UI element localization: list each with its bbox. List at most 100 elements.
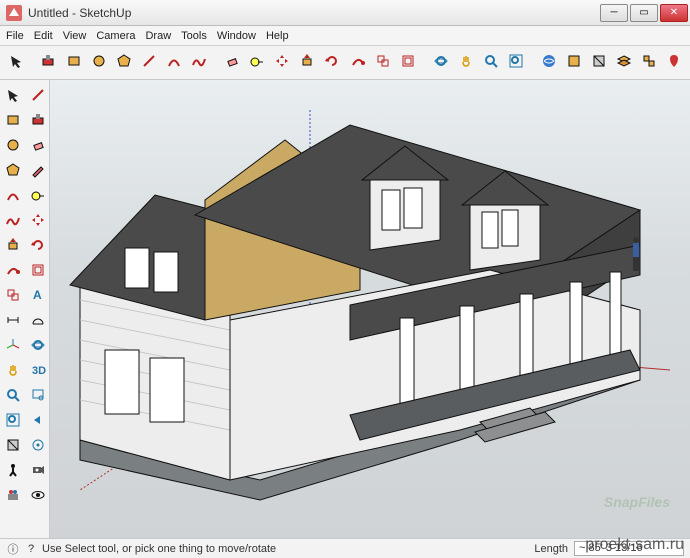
move-tool[interactable] [27, 211, 49, 233]
viewport-3d[interactable]: SnapFiles [50, 80, 690, 538]
paint-icon [40, 53, 56, 72]
arc-tool[interactable] [162, 51, 185, 75]
orbit-icon [433, 53, 449, 72]
add-location-tool[interactable] [663, 51, 686, 75]
menu-draw[interactable]: Draw [145, 30, 171, 42]
axes-tool[interactable] [2, 336, 24, 358]
pencil-tool[interactable] [27, 161, 49, 183]
3dtext-tool[interactable]: 3D [27, 361, 49, 383]
rectangle-tool[interactable] [62, 51, 85, 75]
previous-view-tool[interactable] [27, 411, 49, 433]
eraser-tool[interactable] [220, 51, 243, 75]
arc-tool[interactable] [2, 186, 24, 208]
menu-window[interactable]: Window [217, 30, 256, 42]
scale-tool[interactable] [2, 286, 24, 308]
zoom-extents-icon [5, 412, 21, 431]
rotate-tool[interactable] [27, 236, 49, 258]
axes-icon [5, 337, 21, 356]
select-icon [5, 87, 21, 106]
close-button[interactable]: ✕ [660, 4, 688, 22]
select-tool[interactable] [2, 86, 24, 108]
polygon-tool[interactable] [2, 161, 24, 183]
orbit-icon [30, 337, 46, 356]
maximize-button[interactable]: ▭ [630, 4, 658, 22]
freehand-tool[interactable] [2, 211, 24, 233]
circle-tool[interactable] [87, 51, 110, 75]
people-tool[interactable] [2, 486, 24, 508]
dimension-tool[interactable] [2, 311, 24, 333]
freehand-icon [191, 53, 207, 72]
text-tool[interactable]: A [27, 286, 49, 308]
pushpull-tool[interactable] [296, 51, 319, 75]
rotate-tool[interactable] [321, 51, 344, 75]
3dwarehouse-tool[interactable] [537, 51, 560, 75]
color-picker-tool[interactable] [562, 51, 585, 75]
freehand-tool[interactable] [188, 51, 211, 75]
eye-tool[interactable] [27, 486, 49, 508]
line-tool[interactable] [27, 86, 49, 108]
eraser-tool[interactable] [27, 136, 49, 158]
svg-text:A: A [33, 288, 42, 302]
offset-tool[interactable] [396, 51, 419, 75]
layers-icon [616, 53, 632, 72]
orbit-tool[interactable] [27, 336, 49, 358]
dimension-icon [5, 312, 21, 331]
pan-tool[interactable] [2, 361, 24, 383]
help-icon[interactable]: ? [24, 542, 38, 556]
tape-tool[interactable] [27, 186, 49, 208]
people-icon [5, 487, 21, 506]
zoom-tool[interactable] [479, 51, 502, 75]
scale-tool[interactable] [371, 51, 394, 75]
arc-icon [5, 187, 21, 206]
look-around-tool[interactable] [27, 436, 49, 458]
menu-camera[interactable]: Camera [96, 30, 135, 42]
zoom-extents-tool[interactable] [504, 51, 527, 75]
components-tool[interactable] [638, 51, 661, 75]
polygon-tool[interactable] [112, 51, 135, 75]
move-icon [274, 53, 290, 72]
tape-tool[interactable] [246, 51, 269, 75]
zoom-icon [5, 387, 21, 406]
app-icon [6, 5, 22, 21]
pan-tool[interactable] [454, 51, 477, 75]
components-icon [641, 53, 657, 72]
section-tool[interactable] [587, 51, 610, 75]
select-tool[interactable] [4, 51, 27, 75]
walk-tool[interactable] [2, 461, 24, 483]
zoom-extents-tool[interactable] [2, 411, 24, 433]
info-icon: ⓘ [6, 542, 20, 556]
length-value[interactable]: ~ 85' 3 13/16 [574, 541, 684, 556]
followme-tool[interactable] [2, 261, 24, 283]
menu-file[interactable]: File [6, 30, 24, 42]
menu-bar: File Edit View Camera Draw Tools Window … [0, 26, 690, 46]
polygon-icon [5, 162, 21, 181]
menu-help[interactable]: Help [266, 30, 289, 42]
zoom-window-tool[interactable] [27, 386, 49, 408]
offset-tool[interactable] [27, 261, 49, 283]
line-tool[interactable] [137, 51, 160, 75]
paint-tool[interactable] [27, 111, 49, 133]
orbit-tool[interactable] [429, 51, 452, 75]
text-icon: A [30, 287, 46, 306]
select-icon [8, 53, 24, 72]
minimize-button[interactable]: ─ [600, 4, 628, 22]
tape-icon [249, 53, 265, 72]
circle-tool[interactable] [2, 136, 24, 158]
status-hint: Use Select tool, or pick one thing to mo… [42, 543, 276, 555]
layers-tool[interactable] [613, 51, 636, 75]
menu-view[interactable]: View [63, 30, 87, 42]
pushpull-tool[interactable] [2, 236, 24, 258]
move-tool[interactable] [271, 51, 294, 75]
followme-tool[interactable] [346, 51, 369, 75]
zoom-tool[interactable] [2, 386, 24, 408]
line-icon [30, 87, 46, 106]
rectangle-tool[interactable] [2, 111, 24, 133]
window-title: Untitled - SketchUp [28, 6, 600, 20]
rectangle-icon [5, 112, 21, 131]
menu-tools[interactable]: Tools [181, 30, 207, 42]
paint-tool[interactable] [37, 51, 60, 75]
position-camera-tool[interactable] [27, 461, 49, 483]
protractor-tool[interactable] [27, 311, 49, 333]
menu-edit[interactable]: Edit [34, 30, 53, 42]
section-tool[interactable] [2, 436, 24, 458]
